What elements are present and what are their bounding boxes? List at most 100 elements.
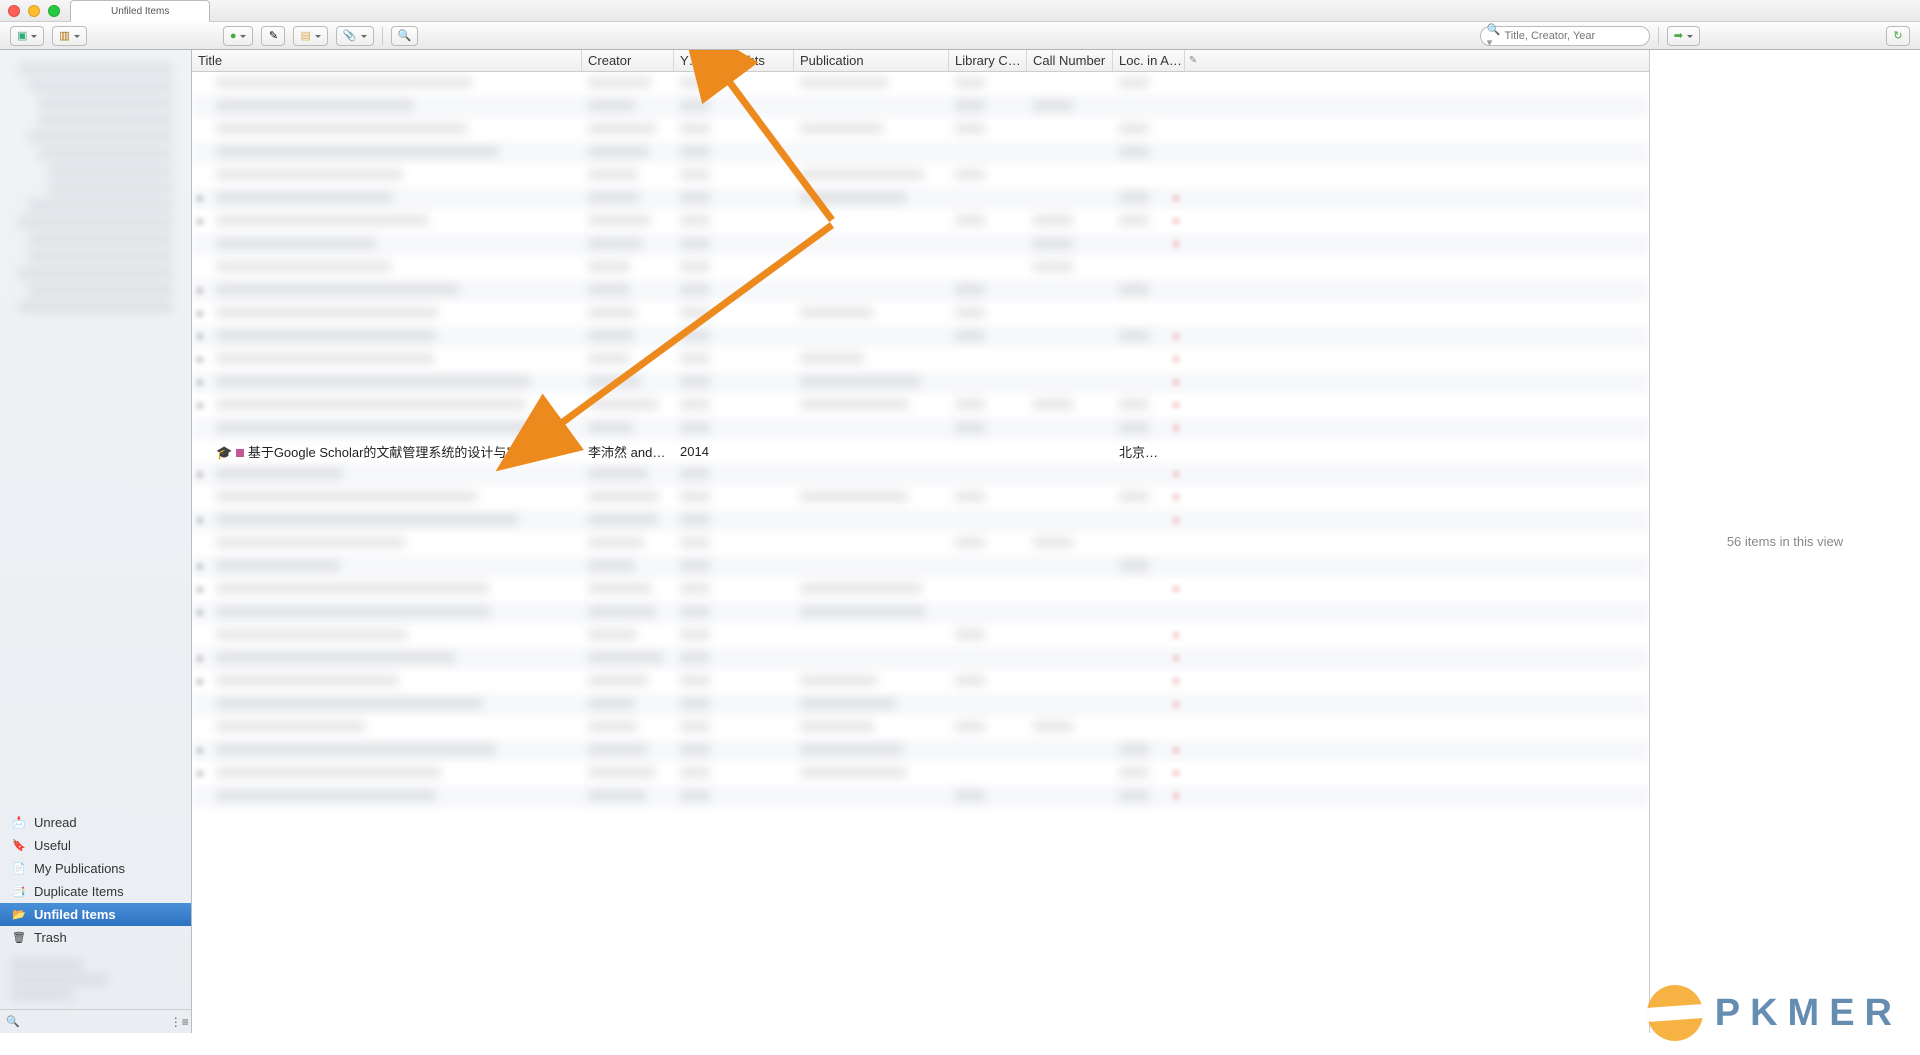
- table-row[interactable]: ▶●: [192, 739, 1649, 762]
- library-icon: ▥: [59, 29, 69, 42]
- toolbar-separator: [382, 27, 383, 45]
- table-row[interactable]: ▶●: [192, 210, 1649, 233]
- watermark-text: PKMER: [1715, 992, 1902, 1035]
- thesis-icon: 🎓: [216, 445, 232, 460]
- search-input[interactable]: [1504, 30, 1646, 42]
- table-row-focused[interactable]: 🎓 基于Google Scholar的文献管理系统的设计与实现李沛然 and ……: [192, 440, 1649, 463]
- toolbar-separator: [1658, 27, 1659, 45]
- table-row[interactable]: [192, 716, 1649, 739]
- table-row[interactable]: ▶●: [192, 647, 1649, 670]
- inbox-icon: 📩: [12, 816, 26, 830]
- table-row[interactable]: ▶●: [192, 670, 1649, 693]
- table-row[interactable]: ▶●: [192, 325, 1649, 348]
- new-library-button[interactable]: ▥: [52, 26, 86, 46]
- zoom-window-button[interactable]: [48, 5, 60, 17]
- new-item-button[interactable]: ●: [223, 26, 254, 46]
- table-row[interactable]: ▶●: [192, 187, 1649, 210]
- sidebar-item-trash[interactable]: 🗑 Trash: [0, 926, 191, 949]
- new-collection-button[interactable]: ▣: [10, 26, 44, 46]
- sidebar-fixed-list: 📩 Unread 🔖 Useful 📄 My Publications 📑 Du…: [0, 811, 191, 949]
- watermark: PKMER: [1647, 985, 1902, 1041]
- wand-icon: ✎: [269, 29, 278, 42]
- advanced-search-button[interactable]: 🔍: [391, 26, 419, 46]
- tag-menu-icon[interactable]: ⋮≡: [170, 1015, 189, 1029]
- column-picker-button[interactable]: ✎: [1185, 50, 1201, 71]
- table-row[interactable]: [192, 95, 1649, 118]
- paperclip-icon: 📎: [343, 29, 357, 42]
- table-row[interactable]: [192, 118, 1649, 141]
- column-creator[interactable]: Creator: [582, 50, 674, 71]
- table-row[interactable]: ●: [192, 233, 1649, 256]
- table-row[interactable]: ▶●: [192, 394, 1649, 417]
- cell-creator: 李沛然 and …: [582, 442, 674, 461]
- note-icon: ▤: [300, 29, 310, 42]
- sidebar-item-label: Unfiled Items: [34, 907, 116, 922]
- table-row[interactable]: ▶●: [192, 509, 1649, 532]
- table-row[interactable]: ●: [192, 693, 1649, 716]
- tag-filter[interactable]: 🔍 ⋮≡: [0, 1009, 191, 1033]
- watermark-logo-icon: [1647, 985, 1703, 1041]
- column-rights[interactable]: Rights: [722, 50, 794, 71]
- table-row[interactable]: ▶●: [192, 578, 1649, 601]
- folder-icon: ▣: [17, 29, 27, 42]
- sidebar-item-unfiled[interactable]: 📂 Unfiled Items: [0, 903, 191, 926]
- new-note-button[interactable]: ▤: [293, 26, 327, 46]
- table-row[interactable]: ●: [192, 785, 1649, 808]
- close-window-button[interactable]: [8, 5, 20, 17]
- table-row[interactable]: ▶: [192, 555, 1649, 578]
- folder-icon: 📂: [12, 908, 26, 922]
- sidebar-item-label: Duplicate Items: [34, 884, 124, 899]
- attach-button[interactable]: 📎: [336, 26, 374, 46]
- table-row[interactable]: ▶●: [192, 463, 1649, 486]
- tag-filter-input[interactable]: [24, 1016, 166, 1028]
- table-row[interactable]: [192, 532, 1649, 555]
- table-row[interactable]: ▶: [192, 279, 1649, 302]
- minimize-window-button[interactable]: [28, 5, 40, 17]
- table-row[interactable]: ▶●: [192, 348, 1649, 371]
- column-year[interactable]: Y…: [674, 50, 722, 71]
- column-call-number[interactable]: Call Number: [1027, 50, 1113, 71]
- table-row[interactable]: ●: [192, 417, 1649, 440]
- active-tab[interactable]: Unfiled Items: [70, 0, 210, 22]
- cell-loc-in-archive: 北京万方…: [1113, 442, 1169, 461]
- column-loc-in-archive[interactable]: Loc. in A…: [1113, 50, 1185, 71]
- column-headers: Title Creator Y… Rights Publication Libr…: [192, 50, 1649, 72]
- sidebar-item-useful[interactable]: 🔖 Useful: [0, 834, 191, 857]
- magic-wand-button[interactable]: ✎: [261, 26, 285, 46]
- sidebar-item-label: My Publications: [34, 861, 125, 876]
- locate-button[interactable]: ➡: [1667, 26, 1700, 46]
- table-row[interactable]: ▶●: [192, 762, 1649, 785]
- table-row[interactable]: [192, 72, 1649, 95]
- sidebar-item-label: Unread: [34, 815, 77, 830]
- table-row[interactable]: ▶: [192, 601, 1649, 624]
- sidebar-item-duplicate[interactable]: 📑 Duplicate Items: [0, 880, 191, 903]
- column-publication[interactable]: Publication: [794, 50, 949, 71]
- arrow-right-icon: ➡: [1674, 29, 1683, 42]
- table-row[interactable]: ●: [192, 486, 1649, 509]
- table-row[interactable]: [192, 164, 1649, 187]
- bookmark-icon: 🔖: [12, 839, 26, 853]
- table-row[interactable]: [192, 256, 1649, 279]
- quick-search[interactable]: 🔍▾: [1480, 26, 1650, 46]
- window-titlebar: [0, 0, 1920, 22]
- item-title: 基于Google Scholar的文献管理系统的设计与实现: [248, 445, 533, 460]
- column-title[interactable]: Title: [192, 50, 582, 71]
- table-row[interactable]: ●: [192, 624, 1649, 647]
- sidebar-item-unread[interactable]: 📩 Unread: [0, 811, 191, 834]
- collections-sidebar: 📩 Unread 🔖 Useful 📄 My Publications 📑 Du…: [0, 50, 192, 1033]
- item-details-pane: 56 items in this view: [1650, 50, 1920, 1033]
- cell-title: 🎓 基于Google Scholar的文献管理系统的设计与实现: [210, 442, 582, 461]
- sync-icon: ↻: [1893, 29, 1902, 42]
- table-row[interactable]: [192, 141, 1649, 164]
- sync-button[interactable]: ↻: [1886, 26, 1910, 46]
- plus-icon: ●: [230, 30, 237, 42]
- column-library-catalog[interactable]: Library C…: [949, 50, 1027, 71]
- sidebar-item-my-publications[interactable]: 📄 My Publications: [0, 857, 191, 880]
- document-icon: 📄: [12, 862, 26, 876]
- table-row[interactable]: ▶●: [192, 371, 1649, 394]
- search-icon: 🔍: [398, 29, 412, 42]
- item-rows[interactable]: ▶●▶●●▶▶▶●▶●▶●▶●●🎓 基于Google Scholar的文献管理系…: [192, 72, 1649, 1033]
- sidebar-blurred-region: [0, 50, 191, 811]
- table-row[interactable]: ▶: [192, 302, 1649, 325]
- item-count-summary: 56 items in this view: [1727, 534, 1843, 549]
